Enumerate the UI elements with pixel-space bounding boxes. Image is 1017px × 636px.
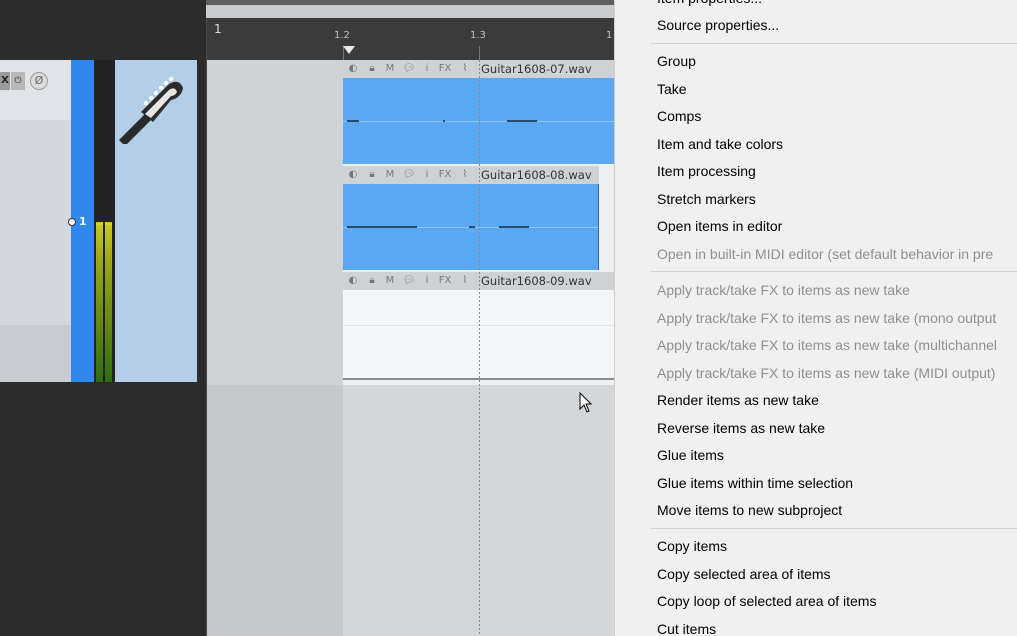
menu-separator bbox=[651, 271, 1017, 272]
menu-item-copy-selected-area[interactable]: Copy selected area of items bbox=[657, 564, 831, 584]
menu-item-cut-items[interactable]: Cut items bbox=[657, 619, 716, 636]
menu-item-copy-items[interactable]: Copy items bbox=[657, 536, 727, 556]
track-control-panel: X ⏻ Ø 1 bbox=[0, 0, 206, 636]
mouse-pointer-icon bbox=[579, 392, 593, 413]
take-name: Guitar1608-09.wav bbox=[481, 274, 592, 288]
menu-separator bbox=[651, 43, 1017, 44]
waveform-peak bbox=[469, 226, 475, 228]
meter-peak-left bbox=[96, 223, 103, 225]
menu-item-take[interactable]: Take bbox=[657, 79, 687, 99]
guitar-headstock-icon bbox=[119, 76, 183, 144]
envelope-icon[interactable]: ⌇ bbox=[457, 168, 473, 182]
properties-button[interactable]: i bbox=[421, 168, 433, 182]
track-vu-meter bbox=[94, 60, 115, 382]
notes-icon[interactable]: 💬︎ bbox=[401, 274, 417, 288]
menu-item-glue-items-time-selection[interactable]: Glue items within time selection bbox=[657, 473, 853, 493]
track-header[interactable] bbox=[0, 60, 71, 382]
lock-icon[interactable]: 🔒︎ bbox=[365, 274, 379, 288]
take-fx-button[interactable]: FX bbox=[437, 274, 453, 288]
properties-button[interactable]: i bbox=[421, 274, 433, 288]
menu-item-group[interactable]: Group bbox=[657, 51, 696, 71]
menu-item-glue-items[interactable]: Glue items bbox=[657, 445, 724, 465]
take-fx-button[interactable]: FX bbox=[437, 62, 453, 76]
menu-item-apply-fx-multichannel: Apply track/take FX to items as new take… bbox=[657, 337, 998, 353]
menu-separator bbox=[651, 528, 1017, 529]
waveform[interactable] bbox=[343, 184, 599, 270]
item-context-menu: Item properties... Source properties... … bbox=[614, 0, 1017, 636]
track-fx-button[interactable]: X bbox=[0, 72, 10, 90]
take-header[interactable]: ◐ 🔒︎ M 💬︎ i FX ⌇ Guitar1608-08.wav bbox=[343, 166, 599, 184]
menu-item-apply-fx-midi: Apply track/take FX to items as new take… bbox=[657, 365, 996, 381]
track-lane-pre-item[interactable] bbox=[207, 60, 343, 385]
menu-item-render-items-new-take[interactable]: Render items as new take bbox=[657, 390, 819, 410]
mute-button[interactable]: M bbox=[383, 274, 397, 288]
menu-item-item-properties[interactable]: Item properties... bbox=[657, 0, 762, 8]
volume-knob-icon[interactable]: ◐ bbox=[345, 168, 361, 182]
track-number: 1 bbox=[79, 215, 87, 228]
timeline-ruler[interactable]: 1 1.2 1.3 1 bbox=[206, 18, 614, 60]
mute-button[interactable]: M bbox=[383, 62, 397, 76]
ruler-tick bbox=[479, 46, 480, 60]
ruler-label: 1.3 bbox=[470, 30, 486, 41]
menu-item-apply-fx-mono: Apply track/take FX to items as new take… bbox=[657, 310, 997, 326]
waveform-peak bbox=[499, 226, 529, 228]
menu-item-open-in-midi-editor: Open in built-in MIDI editor (set defaul… bbox=[657, 246, 994, 262]
menu-item-open-items-in-editor[interactable]: Open items in editor bbox=[657, 216, 782, 236]
track-icon-panel[interactable] bbox=[115, 60, 197, 382]
notes-icon[interactable]: 💬︎ bbox=[401, 168, 417, 182]
menu-item-item-and-take-colors[interactable]: Item and take colors bbox=[657, 134, 783, 154]
take-name: Guitar1608-08.wav bbox=[481, 168, 592, 182]
envelope-icon[interactable]: ⌇ bbox=[457, 274, 473, 288]
meter-peak-right bbox=[105, 223, 112, 225]
edit-cursor-line bbox=[479, 60, 480, 636]
track-pan-knob[interactable] bbox=[68, 218, 76, 226]
waveform-peak bbox=[443, 120, 445, 122]
waveform-peak bbox=[507, 120, 537, 122]
arrange-view[interactable]: 1 1.2 1.3 1 ◐ 🔒︎ M 💬︎ i FX ⌇ Guitar1608-… bbox=[206, 0, 614, 636]
notes-icon[interactable]: 💬︎ bbox=[401, 62, 417, 76]
empty-arrange-area[interactable] bbox=[207, 385, 343, 636]
meter-right-channel bbox=[105, 222, 112, 382]
phase-invert-icon[interactable]: Ø bbox=[30, 72, 48, 90]
meter-left-channel bbox=[96, 222, 103, 382]
lock-icon[interactable]: 🔒︎ bbox=[365, 168, 379, 182]
menu-item-move-to-subproject[interactable]: Move items to new subproject bbox=[657, 500, 842, 520]
envelope-icon[interactable]: ⌇ bbox=[457, 62, 473, 76]
properties-button[interactable]: i bbox=[421, 62, 433, 76]
play-start-marker[interactable] bbox=[343, 46, 355, 54]
track-header-top bbox=[0, 60, 71, 120]
menu-item-copy-loop-selected-area[interactable]: Copy loop of selected area of items bbox=[657, 591, 876, 611]
waveform-peak bbox=[347, 120, 359, 122]
menu-item-stretch-markers[interactable]: Stretch markers bbox=[657, 189, 756, 209]
volume-knob-icon[interactable]: ◐ bbox=[345, 62, 361, 76]
mute-button[interactable]: M bbox=[383, 168, 397, 182]
media-item[interactable]: ◐ 🔒︎ M 💬︎ i FX ⌇ Guitar1608-08.wav bbox=[343, 166, 599, 270]
menu-item-reverse-items-new-take[interactable]: Reverse items as new take bbox=[657, 418, 825, 438]
track-selection-strip[interactable]: 1 bbox=[68, 60, 94, 382]
menu-item-apply-fx-new-take: Apply track/take FX to items as new take bbox=[657, 282, 910, 298]
arrange-top-bar bbox=[206, 0, 614, 5]
ruler-label: 1 bbox=[214, 22, 222, 36]
take-name: Guitar1608-07.wav bbox=[481, 62, 592, 76]
menu-item-source-properties[interactable]: Source properties... bbox=[657, 15, 779, 35]
track-header-bottom bbox=[0, 325, 71, 382]
take-fx-button[interactable]: FX bbox=[437, 168, 453, 182]
waveform-peak bbox=[347, 226, 417, 228]
lock-icon[interactable]: 🔒︎ bbox=[365, 62, 379, 76]
menu-item-comps[interactable]: Comps bbox=[657, 106, 701, 126]
menu-item-item-processing[interactable]: Item processing bbox=[657, 161, 756, 181]
volume-knob-icon[interactable]: ◐ bbox=[345, 274, 361, 288]
ruler-label: 1.2 bbox=[334, 30, 350, 41]
ruler-label: 1 bbox=[606, 30, 613, 41]
fx-bypass-icon[interactable]: ⏻ bbox=[11, 72, 25, 90]
